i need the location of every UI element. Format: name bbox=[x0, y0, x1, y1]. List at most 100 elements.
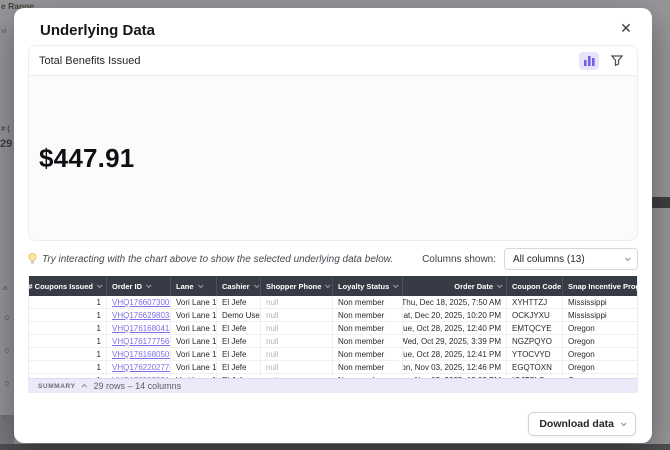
table-cell: Oregon bbox=[563, 348, 638, 360]
table-summary-bar[interactable]: SUMMARY 29 rows – 14 columns bbox=[28, 378, 638, 393]
background-text-fragment: 29 bbox=[0, 138, 12, 150]
order-id-link[interactable]: VHQ1762202776 bbox=[112, 363, 171, 372]
sort-chevron-icon bbox=[197, 282, 203, 288]
chevron-down-icon bbox=[625, 255, 631, 261]
column-header-cashier[interactable]: Cashier bbox=[217, 276, 261, 296]
sort-chevron-icon bbox=[253, 282, 259, 288]
table-cell: 1 bbox=[29, 348, 107, 360]
table-cell: El Jefe bbox=[217, 361, 261, 373]
bar-chart-icon[interactable] bbox=[579, 52, 599, 70]
table-cell: null bbox=[261, 322, 333, 334]
table-cell: Vori Lane 1 bbox=[171, 296, 217, 308]
sort-chevron-icon bbox=[97, 282, 103, 288]
table-cell: Non member bbox=[333, 309, 403, 321]
table-cell: Wed, Oct 29, 2025, 3:39 PM bbox=[403, 335, 507, 347]
table-row: 1VHQ1766298033Vori Lane 1Demo UsernullNo… bbox=[29, 309, 637, 322]
columns-dropdown-value: All columns (13) bbox=[513, 254, 585, 265]
order-id-link[interactable]: VHQ1766073002 bbox=[112, 298, 171, 307]
order-id-link[interactable]: VHQ1761680509 bbox=[112, 350, 171, 359]
table-cell: 1 bbox=[29, 309, 107, 321]
table-cell: Oregon bbox=[563, 322, 638, 334]
metric-card-body: $447.91 bbox=[29, 76, 637, 241]
close-icon[interactable]: ✕ bbox=[616, 18, 636, 38]
table-cell: Demo User bbox=[217, 309, 261, 321]
metric-value: $447.91 bbox=[29, 143, 134, 174]
column-header--coupons-issued[interactable]: # Coupons Issued bbox=[29, 276, 107, 296]
summary-text: 29 rows – 14 columns bbox=[94, 381, 182, 391]
metric-card-header: Total Benefits Issued bbox=[29, 46, 637, 76]
background-text-fragment: vi bbox=[1, 26, 6, 35]
table-cell: OCKJYXU bbox=[507, 309, 563, 321]
table-cell: VHQ1762202776 bbox=[107, 361, 171, 373]
table-cell: Non member bbox=[333, 322, 403, 334]
order-id-link[interactable]: VHQ1766298033 bbox=[112, 311, 171, 320]
table-cell: El Jefe bbox=[217, 335, 261, 347]
table-cell: Oregon bbox=[563, 335, 638, 347]
table-cell: El Jefe bbox=[217, 348, 261, 360]
table-cell: 1 bbox=[29, 296, 107, 308]
data-table: # Coupons IssuedOrder IDLaneCashierShopp… bbox=[28, 276, 638, 378]
table-row: 1 VHQ1761777569Vori Lane 1El JefenullNon … bbox=[29, 335, 637, 348]
sort-chevron-icon bbox=[325, 282, 331, 288]
table-cell: Mississippi bbox=[563, 296, 638, 308]
tip-row: Try interacting with the chart above to … bbox=[28, 246, 638, 272]
column-header-snap-incentive-program[interactable]: Snap Incentive Program bbox=[563, 276, 638, 296]
table-body: 1VHQ1766073002Vori Lane 1El JefenullNon … bbox=[29, 296, 637, 378]
table-cell: VHQ1761680509 bbox=[107, 348, 171, 360]
table-cell: 1 bbox=[29, 335, 107, 347]
table-cell: EGQTOXN bbox=[507, 361, 563, 373]
bulb-icon bbox=[28, 253, 37, 265]
background-bottom-bar bbox=[0, 444, 670, 450]
order-id-link[interactable]: VHQ1761680418 bbox=[112, 324, 171, 333]
download-data-button[interactable]: Download data bbox=[528, 412, 636, 436]
table-cell: Mon, Nov 03, 2025, 12:46 PM bbox=[403, 361, 507, 373]
column-header-order-date[interactable]: Order Date bbox=[403, 276, 507, 296]
table-cell: El Jefe bbox=[217, 296, 261, 308]
metric-card-toolbar bbox=[579, 52, 627, 70]
download-data-label: Download data bbox=[539, 418, 614, 430]
table-cell: VHQ1761777569 bbox=[107, 335, 171, 347]
table-cell: Non member bbox=[333, 361, 403, 373]
table-cell: Thu, Dec 18, 2025, 7:50 AM bbox=[403, 296, 507, 308]
table-cell: Non member bbox=[333, 296, 403, 308]
table-row: 1VHQ1761680418Vori Lane 1El JefenullNon … bbox=[29, 322, 637, 335]
table-cell: 1 bbox=[29, 322, 107, 334]
table-cell: Vori Lane 1 bbox=[171, 335, 217, 347]
table-cell: Non member bbox=[333, 335, 403, 347]
background-text-fragment: 0 bbox=[5, 381, 9, 388]
metric-card: Total Benefits Issued $447.91 bbox=[28, 45, 638, 241]
table-row: 1VHQ1766073002Vori Lane 1El JefenullNon … bbox=[29, 296, 637, 309]
chevron-down-icon bbox=[621, 420, 627, 426]
tip-message: Try interacting with the chart above to … bbox=[28, 253, 393, 265]
background-text-fragment: c bbox=[3, 414, 7, 421]
background-text-fragment: 0 bbox=[5, 315, 9, 322]
table-cell: Vori Lane 1 bbox=[171, 309, 217, 321]
table-cell: EMTQCYE bbox=[507, 322, 563, 334]
table-cell: 1 bbox=[29, 361, 107, 373]
table-cell: YTOCVYD bbox=[507, 348, 563, 360]
sort-chevron-icon bbox=[146, 282, 152, 288]
filter-icon[interactable] bbox=[607, 52, 627, 70]
column-header-loyalty-status[interactable]: Loyalty Status bbox=[333, 276, 403, 296]
sort-chevron-icon bbox=[497, 282, 503, 288]
columns-shown-control: Columns shown: All columns (13) bbox=[422, 248, 638, 270]
table-cell: XYHTTZJ bbox=[507, 296, 563, 308]
table-cell: VHQ1766298033 bbox=[107, 309, 171, 321]
column-header-coupon-code[interactable]: Coupon Code bbox=[507, 276, 563, 296]
order-id-link[interactable]: VHQ1761777569 bbox=[112, 337, 171, 346]
column-header-shopper-phone[interactable]: Shopper Phone bbox=[261, 276, 333, 296]
columns-shown-label: Columns shown: bbox=[422, 254, 496, 265]
columns-dropdown[interactable]: All columns (13) bbox=[504, 248, 638, 270]
table-cell: Sat, Dec 20, 2025, 10:20 PM bbox=[403, 309, 507, 321]
table-cell: null bbox=[261, 361, 333, 373]
metric-card-title: Total Benefits Issued bbox=[39, 55, 141, 67]
table-cell: null bbox=[261, 348, 333, 360]
table-cell: null bbox=[261, 335, 333, 347]
table-cell: VHQ1766073002 bbox=[107, 296, 171, 308]
table-cell: Vori Lane 1 bbox=[171, 348, 217, 360]
column-header-lane[interactable]: Lane bbox=[171, 276, 217, 296]
table-header-row: # Coupons IssuedOrder IDLaneCashierShopp… bbox=[29, 276, 637, 296]
background-text-fragment: # ( bbox=[1, 124, 10, 133]
background-text-fragment: a bbox=[3, 283, 7, 292]
column-header-order-id[interactable]: Order ID bbox=[107, 276, 171, 296]
